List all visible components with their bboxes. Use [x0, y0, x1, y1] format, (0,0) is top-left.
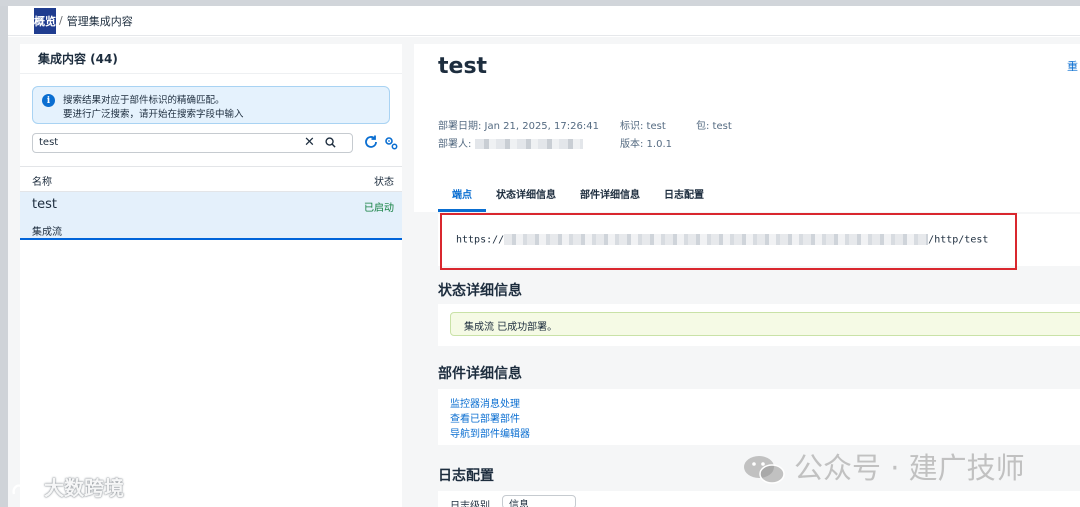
info-message-strip: i 搜索结果对应于部件标识的精确匹配。 要进行广泛搜索，请开始在搜索字段中输入 — [32, 86, 390, 124]
deployer-label: 部署人: — [438, 139, 472, 150]
list-title: 集成内容 (44) — [20, 44, 402, 74]
list-item-status: 已启动 — [364, 203, 394, 214]
component-card: 监控器消息处理 查看已部署部件 导航到部件编辑器 — [438, 389, 1080, 445]
artifact-package: 包: test — [696, 121, 732, 132]
artifact-detail-panel: test 重 部署日期: Jan 21, 2025, 17:26:41 标识: … — [414, 44, 1080, 507]
artifact-title: test — [438, 54, 488, 79]
reset-button[interactable]: 重 — [1067, 58, 1078, 74]
artifact-identifier: 标识: test — [620, 121, 666, 132]
search-value[interactable]: test — [39, 137, 58, 148]
watermark-right-text: 公众号 · 建广技师 — [794, 451, 1025, 485]
deploy-date: 部署日期: Jan 21, 2025, 17:26:41 — [438, 121, 599, 132]
tab-component-details[interactable]: 部件详细信息 — [580, 184, 640, 212]
tab-log-config[interactable]: 日志配置 — [664, 184, 704, 212]
overview-logo[interactable]: 概览 — [34, 7, 56, 34]
settings-icon[interactable] — [383, 135, 399, 151]
component-section-title: 部件详细信息 — [438, 366, 522, 382]
window-left-frame — [0, 6, 8, 507]
watermark-left: 大数跨境 — [10, 472, 124, 501]
integration-content-list-panel: 集成内容 (44) i 搜索结果对应于部件标识的精确匹配。 要进行广泛搜索，请开… — [20, 44, 402, 507]
breadcrumb-separator: / — [59, 14, 63, 27]
list-item-name: test — [32, 197, 57, 212]
success-message-strip: 集成流 已成功部署。 — [450, 312, 1080, 336]
log-level-select[interactable]: 信息 — [502, 495, 576, 507]
info-text-line1: 搜索结果对应于部件标识的精确匹配。 — [63, 95, 225, 106]
breadcrumb-current: 管理集成内容 — [66, 14, 133, 28]
watermark-right: 公众号 · 建广技师 — [742, 445, 1025, 487]
log-section-title: 日志配置 — [438, 468, 494, 484]
navigate-to-editor-link[interactable]: 导航到部件编辑器 — [450, 425, 530, 440]
detail-header: test 重 部署日期: Jan 21, 2025, 17:26:41 标识: … — [414, 44, 1080, 212]
log-config-card: 日志级别 信息 — [438, 491, 1080, 507]
detail-tabs: 端点 状态详细信息 部件详细信息 日志配置 — [438, 184, 728, 212]
log-level-label: 日志级别 — [450, 501, 490, 507]
view-deployed-components-link[interactable]: 查看已部署部件 — [450, 410, 520, 425]
info-text-line2: 要进行广泛搜索，请开始在搜索字段中输入 — [63, 109, 244, 120]
watermark-left-text: 大数跨境 — [44, 476, 124, 500]
info-icon: i — [42, 94, 55, 107]
success-message: 集成流 已成功部署。 — [464, 322, 558, 333]
artifact-version: 版本: 1.0.1 — [620, 139, 672, 150]
deployer: 部署人: — [438, 135, 583, 150]
shell-header: 概览 / 管理集成内容 — [8, 6, 1080, 36]
monitor-message-processing-link[interactable]: 监控器消息处理 — [450, 395, 520, 410]
search-icon[interactable] — [325, 137, 336, 148]
column-status-header: 状态 — [374, 177, 394, 188]
list-column-header: 名称 状态 — [20, 166, 402, 192]
refresh-icon[interactable] — [363, 134, 379, 150]
list-item[interactable]: test 已启动 集成流 — [20, 192, 402, 240]
wechat-icon — [744, 456, 785, 484]
highlight-annotation-box — [440, 213, 1017, 270]
status-card: 集成流 已成功部署。 — [438, 304, 1080, 346]
watermark-logo-icon — [12, 481, 42, 494]
clear-icon[interactable]: ✕ — [304, 135, 315, 150]
search-input[interactable]: test ✕ — [32, 133, 353, 153]
tab-status-details[interactable]: 状态详细信息 — [496, 184, 556, 212]
column-name-header: 名称 — [32, 177, 52, 188]
tab-endpoints[interactable]: 端点 — [438, 184, 486, 212]
list-item-type: 集成流 — [32, 227, 62, 238]
deployer-redacted — [474, 139, 583, 149]
status-section-title: 状态详细信息 — [438, 283, 522, 299]
